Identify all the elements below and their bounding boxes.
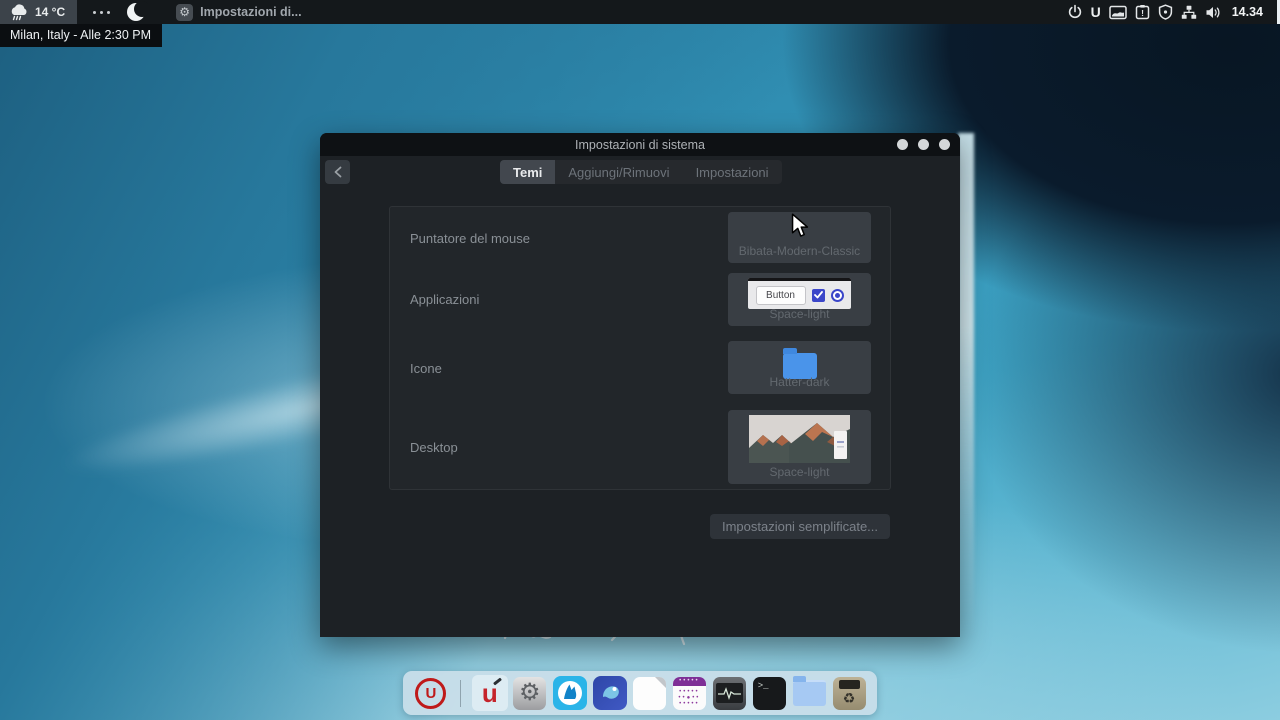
system-monitor-icon[interactable] [711,675,747,711]
tab-impostazioni[interactable]: Impostazioni [683,160,782,184]
toolbar: Temi Aggiungi/Rimuovi Impostazioni [320,156,960,194]
gear-icon: ⚙ [176,4,193,21]
ubuntu-budgie-logo-icon[interactable]: U [1091,4,1101,20]
tab-aggiungi-rimuovi[interactable]: Aggiungi/Rimuovi [555,160,682,184]
crescent-moon-icon [126,1,148,23]
preview-radio [831,289,844,302]
taskbar-item-label: Impostazioni di... [200,5,301,19]
cursor-theme-value: Bibata-Modern-Classic [728,244,871,258]
window-maximize-button[interactable] [918,139,929,150]
budgie-welcome-icon[interactable]: u [472,675,508,711]
weather-temperature: 14 °C [35,5,65,19]
trash-icon[interactable]: ♻ [831,675,867,711]
window-close-button[interactable] [939,139,950,150]
mail-client-icon[interactable] [592,675,628,711]
security-shield-icon[interactable] [1158,4,1173,20]
row-label-icons: Icone [410,361,442,376]
themes-settings-panel: Puntatore del mouse Bibata-Modern-Classi… [389,206,891,490]
settings-app-icon[interactable]: ⚙ [512,675,548,711]
titlebar[interactable]: Impostazioni di sistema [320,133,960,156]
gtk-theme-value: Space-light [728,307,871,321]
icon-theme-tile[interactable]: Hatter-dark [728,341,871,394]
svg-text:!: ! [1141,8,1144,18]
settings-window: Impostazioni di sistema Temi Aggiungi/Ri… [320,133,960,637]
mouse-cursor [791,213,809,239]
widget-preview: Button [748,278,851,309]
weather-applet[interactable]: 14 °C [0,0,77,24]
more-applets-icon[interactable] [89,0,114,24]
preview-button: Button [756,286,806,305]
wallpaper-theme-value: Space-light [728,465,871,479]
row-label-desktop: Desktop [410,440,458,455]
gtk-theme-tile[interactable]: Button Space-light [728,273,871,326]
tab-group: Temi Aggiungi/Rimuovi Impostazioni [500,160,782,184]
weather-tooltip: Milan, Italy - Alle 2:30 PM [0,24,162,47]
calendar-icon[interactable] [671,675,707,711]
row-label-mouse-pointer: Puntatore del mouse [410,231,530,246]
chevron-left-icon [334,166,342,178]
budgie-menu-icon[interactable]: U [413,675,449,711]
night-light-applet[interactable] [122,0,152,24]
text-editor-icon[interactable] [632,675,668,711]
dock: U u ⚙ >_ ♻ [403,671,877,715]
desktop: 14 °C ⚙ Impostazioni di... U [0,0,1280,720]
preview-checkbox [812,289,825,302]
window-title: Impostazioni di sistema [575,138,705,152]
wallpaper-tile[interactable]: Space-light [728,410,871,484]
wallpaper-light-beam [958,133,974,638]
window-minimize-button[interactable] [897,139,908,150]
file-manager-icon[interactable] [791,675,827,711]
top-panel: 14 °C ⚙ Impostazioni di... U [0,0,1280,24]
network-wired-icon[interactable] [1181,5,1197,20]
dock-separator [460,680,461,707]
terminal-icon[interactable]: >_ [751,675,787,711]
taskbar-item-impostazioni[interactable]: ⚙ Impostazioni di... [168,0,309,24]
rain-cloud-icon [8,4,30,21]
icon-theme-value: Hatter-dark [728,375,871,389]
power-icon[interactable] [1067,4,1083,20]
web-browser-icon[interactable] [552,675,588,711]
simplified-settings-button[interactable]: Impostazioni semplificate... [710,514,890,539]
wallpaper-changer-icon[interactable] [1109,5,1127,20]
tab-temi[interactable]: Temi [500,160,555,184]
wallpaper-thumbnail [749,415,850,463]
back-button[interactable] [325,160,350,184]
clock[interactable]: 14.34 [1232,5,1263,19]
volume-icon[interactable] [1205,5,1222,20]
package-updates-icon[interactable]: ! [1135,4,1150,20]
row-label-applications: Applicazioni [410,292,479,307]
